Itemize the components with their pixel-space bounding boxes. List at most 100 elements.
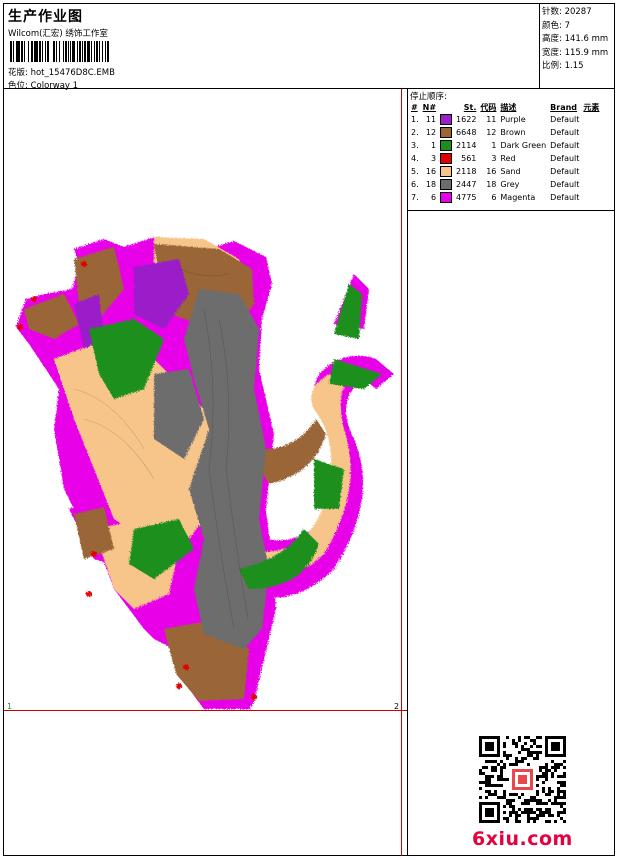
table-row: 6. 18 2447 18 Grey Default xyxy=(409,178,601,191)
cell-brand: Default xyxy=(550,115,580,124)
design-canvas xyxy=(4,89,408,855)
pattern-info: 花版: hot_15476D8C.EMB xyxy=(8,66,115,78)
cell-element xyxy=(581,178,601,191)
pattern-value: hot_15476D8C.EMB xyxy=(30,68,115,78)
qr-module xyxy=(485,790,488,793)
qr-module xyxy=(557,796,560,799)
qr-module xyxy=(503,796,506,799)
qr-module xyxy=(524,757,527,760)
qr-module xyxy=(491,766,494,769)
qr-module xyxy=(509,802,512,805)
qr-module xyxy=(521,793,524,796)
color-swatch-box xyxy=(440,153,453,164)
qr-module xyxy=(518,736,521,739)
color-swatch xyxy=(438,152,454,165)
qr-module xyxy=(539,811,542,814)
qr-module xyxy=(560,796,563,799)
qr-module xyxy=(554,796,557,799)
qr-module xyxy=(500,760,503,763)
qr-module xyxy=(512,742,515,745)
qr-module xyxy=(536,745,539,748)
qr-module xyxy=(512,799,515,802)
color-swatch-box xyxy=(440,140,453,151)
qr-module xyxy=(527,751,530,754)
color-swatch xyxy=(438,165,454,178)
qr-module xyxy=(542,781,545,784)
color-swatch-box xyxy=(440,127,453,138)
qr-module xyxy=(521,760,524,763)
qr-module xyxy=(488,778,491,781)
cell-needle: 16 xyxy=(425,167,437,176)
qr-module xyxy=(554,799,557,802)
qr-module xyxy=(536,736,539,739)
design-stats: 针数: 20287 颜色: 7 高度: 141.6 mm 宽度: 115.9 m… xyxy=(542,6,608,74)
qr-module xyxy=(506,820,509,823)
qr-module xyxy=(491,775,494,778)
cell-element xyxy=(581,191,601,204)
qr-module xyxy=(554,766,557,769)
qr-module xyxy=(530,808,533,811)
qr-module xyxy=(563,802,566,805)
qr-module xyxy=(518,760,521,763)
qr-module xyxy=(515,820,518,823)
qr-module xyxy=(554,763,557,766)
qr-module xyxy=(548,820,551,823)
qr-module xyxy=(536,775,539,778)
qr-module xyxy=(506,754,509,757)
cell-index: 2. xyxy=(411,128,419,137)
qr-module xyxy=(503,790,506,793)
qr-module xyxy=(491,760,494,763)
qr-module xyxy=(527,736,530,739)
qr-module xyxy=(539,766,542,769)
qr-module xyxy=(497,775,500,778)
qr-module xyxy=(518,775,527,784)
qr-module xyxy=(482,781,485,784)
qr-module xyxy=(542,772,545,775)
cell-description: Magenta xyxy=(500,193,536,202)
qr-module xyxy=(485,760,488,763)
qr-module xyxy=(488,760,491,763)
qr-module xyxy=(527,817,530,820)
qr-module xyxy=(479,796,482,799)
qr-module xyxy=(563,790,566,793)
qr-module xyxy=(488,781,491,784)
qr-module xyxy=(527,748,530,751)
qr-module xyxy=(524,799,527,802)
cell-description: Grey xyxy=(500,180,520,189)
col-description: 描述 xyxy=(500,102,517,112)
qr-module xyxy=(554,820,557,823)
qr-module xyxy=(563,772,566,775)
qr-module xyxy=(536,793,539,796)
qr-module xyxy=(536,790,539,793)
cell-needle: 6 xyxy=(430,193,437,202)
col-needle: N# xyxy=(422,102,437,112)
qr-module xyxy=(551,790,554,793)
cell-index: 4. xyxy=(411,154,419,163)
cell-code: 18 xyxy=(486,180,497,189)
qr-module xyxy=(542,811,545,814)
qr-module xyxy=(548,787,551,790)
qr-module xyxy=(539,808,542,811)
qr-module xyxy=(530,739,533,742)
cell-stitches: 1622 xyxy=(456,115,477,124)
qr-module xyxy=(524,742,527,745)
qr-module xyxy=(500,796,503,799)
qr-module xyxy=(488,775,491,778)
qr-module xyxy=(545,763,548,766)
qr-module xyxy=(530,799,533,802)
qr-module xyxy=(515,814,518,817)
qr-module xyxy=(503,763,506,766)
qr-module xyxy=(557,787,560,790)
qr-module xyxy=(527,814,530,817)
qr-module xyxy=(485,784,488,787)
qr-module xyxy=(491,784,494,787)
qr-module xyxy=(530,817,533,820)
end-marker: 2 xyxy=(394,702,400,711)
color-swatch xyxy=(438,178,454,191)
qr-module xyxy=(503,766,506,769)
cell-description: Sand xyxy=(500,167,521,176)
qr-module xyxy=(494,790,497,793)
barcode-bar xyxy=(109,41,110,62)
col-index: # xyxy=(411,102,418,112)
qr-module xyxy=(557,781,560,784)
